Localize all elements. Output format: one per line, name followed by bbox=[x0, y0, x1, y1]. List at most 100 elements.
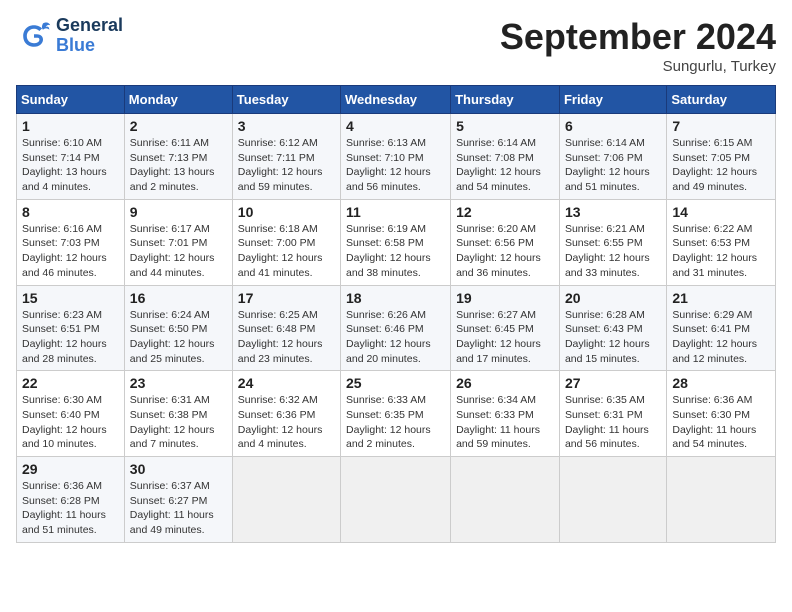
weekday-header-wednesday: Wednesday bbox=[341, 86, 451, 114]
day-info: Sunrise: 6:22 AM Sunset: 6:53 PM Dayligh… bbox=[672, 222, 770, 281]
day-number: 8 bbox=[22, 204, 119, 220]
day-number: 28 bbox=[672, 375, 770, 391]
day-number: 23 bbox=[130, 375, 227, 391]
day-info: Sunrise: 6:13 AM Sunset: 7:10 PM Dayligh… bbox=[346, 136, 445, 195]
calendar-cell: 22Sunrise: 6:30 AM Sunset: 6:40 PM Dayli… bbox=[17, 371, 125, 457]
day-number: 9 bbox=[130, 204, 227, 220]
calendar-table: SundayMondayTuesdayWednesdayThursdayFrid… bbox=[16, 85, 776, 543]
calendar-week-row: 8Sunrise: 6:16 AM Sunset: 7:03 PM Daylig… bbox=[17, 199, 776, 285]
weekday-header-friday: Friday bbox=[559, 86, 666, 114]
month-title: September 2024 bbox=[500, 16, 776, 58]
page-header: General Blue September 2024 Sungurlu, Tu… bbox=[16, 16, 776, 75]
day-info: Sunrise: 6:35 AM Sunset: 6:31 PM Dayligh… bbox=[565, 393, 661, 452]
calendar-cell: 14 Sunrise: 6:22 AM Sunset: 6:53 PM Dayli… bbox=[667, 199, 776, 285]
title-block: September 2024 Sungurlu, Turkey bbox=[500, 16, 776, 75]
day-number: 30 bbox=[130, 461, 227, 477]
calendar-cell: 3 Sunrise: 6:12 AM Sunset: 7:11 PM Daylig… bbox=[232, 114, 340, 200]
day-number: 17 bbox=[238, 290, 335, 306]
day-info: Sunrise: 6:12 AM Sunset: 7:11 PM Dayligh… bbox=[238, 136, 335, 195]
day-number: 18 bbox=[346, 290, 445, 306]
day-info: Sunrise: 6:14 AM Sunset: 7:06 PM Dayligh… bbox=[565, 136, 661, 195]
weekday-header-sunday: Sunday bbox=[17, 86, 125, 114]
weekday-header-row: SundayMondayTuesdayWednesdayThursdayFrid… bbox=[17, 86, 776, 114]
day-number: 16 bbox=[130, 290, 227, 306]
day-number: 24 bbox=[238, 375, 335, 391]
logo-blue: Blue bbox=[56, 36, 123, 56]
calendar-cell: 1 Sunrise: 6:10 AM Sunset: 7:14 PM Daylig… bbox=[17, 114, 125, 200]
logo: General Blue bbox=[16, 16, 123, 56]
location-subtitle: Sungurlu, Turkey bbox=[500, 58, 776, 75]
weekday-header-tuesday: Tuesday bbox=[232, 86, 340, 114]
day-number: 5 bbox=[456, 118, 554, 134]
day-info: Sunrise: 6:15 AM Sunset: 7:05 PM Dayligh… bbox=[672, 136, 770, 195]
day-info: Sunrise: 6:14 AM Sunset: 7:08 PM Dayligh… bbox=[456, 136, 554, 195]
day-info: Sunrise: 6:37 AM Sunset: 6:27 PM Dayligh… bbox=[130, 479, 227, 538]
calendar-cell: 21 Sunrise: 6:29 AM Sunset: 6:41 PM Dayli… bbox=[667, 285, 776, 371]
day-number: 26 bbox=[456, 375, 554, 391]
day-info: Sunrise: 6:18 AM Sunset: 7:00 PM Dayligh… bbox=[238, 222, 335, 281]
weekday-header-thursday: Thursday bbox=[451, 86, 560, 114]
day-number: 10 bbox=[238, 204, 335, 220]
day-info: Sunrise: 6:17 AM Sunset: 7:01 PM Dayligh… bbox=[130, 222, 227, 281]
day-info: Sunrise: 6:10 AM Sunset: 7:14 PM Dayligh… bbox=[22, 136, 119, 195]
day-number: 27 bbox=[565, 375, 661, 391]
calendar-week-row: 29 Sunrise: 6:36 AM Sunset: 6:28 PM Dayli… bbox=[17, 457, 776, 543]
calendar-cell: 19Sunrise: 6:27 AM Sunset: 6:45 PM Dayli… bbox=[451, 285, 560, 371]
calendar-cell: 13 Sunrise: 6:21 AM Sunset: 6:55 PM Dayli… bbox=[559, 199, 666, 285]
day-info: Sunrise: 6:32 AM Sunset: 6:36 PM Dayligh… bbox=[238, 393, 335, 452]
day-number: 13 bbox=[565, 204, 661, 220]
day-number: 11 bbox=[346, 204, 445, 220]
day-info: Sunrise: 6:29 AM Sunset: 6:41 PM Dayligh… bbox=[672, 308, 770, 367]
calendar-cell: 15Sunrise: 6:23 AM Sunset: 6:51 PM Dayli… bbox=[17, 285, 125, 371]
day-info: Sunrise: 6:26 AM Sunset: 6:46 PM Dayligh… bbox=[346, 308, 445, 367]
calendar-cell: 20 Sunrise: 6:28 AM Sunset: 6:43 PM Dayli… bbox=[559, 285, 666, 371]
day-info: Sunrise: 6:36 AM Sunset: 6:30 PM Dayligh… bbox=[672, 393, 770, 452]
calendar-cell: 26 Sunrise: 6:34 AM Sunset: 6:33 PM Dayli… bbox=[451, 371, 560, 457]
day-number: 21 bbox=[672, 290, 770, 306]
calendar-cell: 27 Sunrise: 6:35 AM Sunset: 6:31 PM Dayli… bbox=[559, 371, 666, 457]
calendar-cell bbox=[341, 457, 451, 543]
day-info: Sunrise: 6:24 AM Sunset: 6:50 PM Dayligh… bbox=[130, 308, 227, 367]
day-number: 7 bbox=[672, 118, 770, 134]
calendar-cell bbox=[232, 457, 340, 543]
day-info: Sunrise: 6:20 AM Sunset: 6:56 PM Dayligh… bbox=[456, 222, 554, 281]
day-info: Sunrise: 6:23 AM Sunset: 6:51 PM Dayligh… bbox=[22, 308, 119, 367]
calendar-week-row: 1 Sunrise: 6:10 AM Sunset: 7:14 PM Daylig… bbox=[17, 114, 776, 200]
day-info: Sunrise: 6:21 AM Sunset: 6:55 PM Dayligh… bbox=[565, 222, 661, 281]
calendar-cell: 10 Sunrise: 6:18 AM Sunset: 7:00 PM Dayli… bbox=[232, 199, 340, 285]
weekday-header-monday: Monday bbox=[124, 86, 232, 114]
calendar-cell: 16 Sunrise: 6:24 AM Sunset: 6:50 PM Dayli… bbox=[124, 285, 232, 371]
calendar-cell: 6 Sunrise: 6:14 AM Sunset: 7:06 PM Daylig… bbox=[559, 114, 666, 200]
calendar-cell: 18 Sunrise: 6:26 AM Sunset: 6:46 PM Dayli… bbox=[341, 285, 451, 371]
calendar-cell: 25Sunrise: 6:33 AM Sunset: 6:35 PM Dayli… bbox=[341, 371, 451, 457]
calendar-cell bbox=[559, 457, 666, 543]
calendar-cell bbox=[667, 457, 776, 543]
calendar-cell: 28 Sunrise: 6:36 AM Sunset: 6:30 PM Dayli… bbox=[667, 371, 776, 457]
day-number: 6 bbox=[565, 118, 661, 134]
day-number: 2 bbox=[130, 118, 227, 134]
day-info: Sunrise: 6:34 AM Sunset: 6:33 PM Dayligh… bbox=[456, 393, 554, 452]
logo-icon bbox=[16, 18, 52, 54]
calendar-cell: 30 Sunrise: 6:37 AM Sunset: 6:27 PM Dayli… bbox=[124, 457, 232, 543]
day-info: Sunrise: 6:36 AM Sunset: 6:28 PM Dayligh… bbox=[22, 479, 119, 538]
calendar-cell: 12Sunrise: 6:20 AM Sunset: 6:56 PM Dayli… bbox=[451, 199, 560, 285]
day-info: Sunrise: 6:30 AM Sunset: 6:40 PM Dayligh… bbox=[22, 393, 119, 452]
weekday-header-saturday: Saturday bbox=[667, 86, 776, 114]
calendar-cell: 9 Sunrise: 6:17 AM Sunset: 7:01 PM Daylig… bbox=[124, 199, 232, 285]
logo-text: General Blue bbox=[56, 16, 123, 56]
day-number: 25 bbox=[346, 375, 445, 391]
calendar-cell: 8Sunrise: 6:16 AM Sunset: 7:03 PM Daylig… bbox=[17, 199, 125, 285]
day-number: 20 bbox=[565, 290, 661, 306]
calendar-cell bbox=[451, 457, 560, 543]
calendar-cell: 2Sunrise: 6:11 AM Sunset: 7:13 PM Daylig… bbox=[124, 114, 232, 200]
day-number: 14 bbox=[672, 204, 770, 220]
day-info: Sunrise: 6:31 AM Sunset: 6:38 PM Dayligh… bbox=[130, 393, 227, 452]
day-info: Sunrise: 6:28 AM Sunset: 6:43 PM Dayligh… bbox=[565, 308, 661, 367]
day-number: 29 bbox=[22, 461, 119, 477]
day-number: 3 bbox=[238, 118, 335, 134]
calendar-cell: 17Sunrise: 6:25 AM Sunset: 6:48 PM Dayli… bbox=[232, 285, 340, 371]
calendar-cell: 11Sunrise: 6:19 AM Sunset: 6:58 PM Dayli… bbox=[341, 199, 451, 285]
day-number: 4 bbox=[346, 118, 445, 134]
calendar-week-row: 22Sunrise: 6:30 AM Sunset: 6:40 PM Dayli… bbox=[17, 371, 776, 457]
day-number: 1 bbox=[22, 118, 119, 134]
